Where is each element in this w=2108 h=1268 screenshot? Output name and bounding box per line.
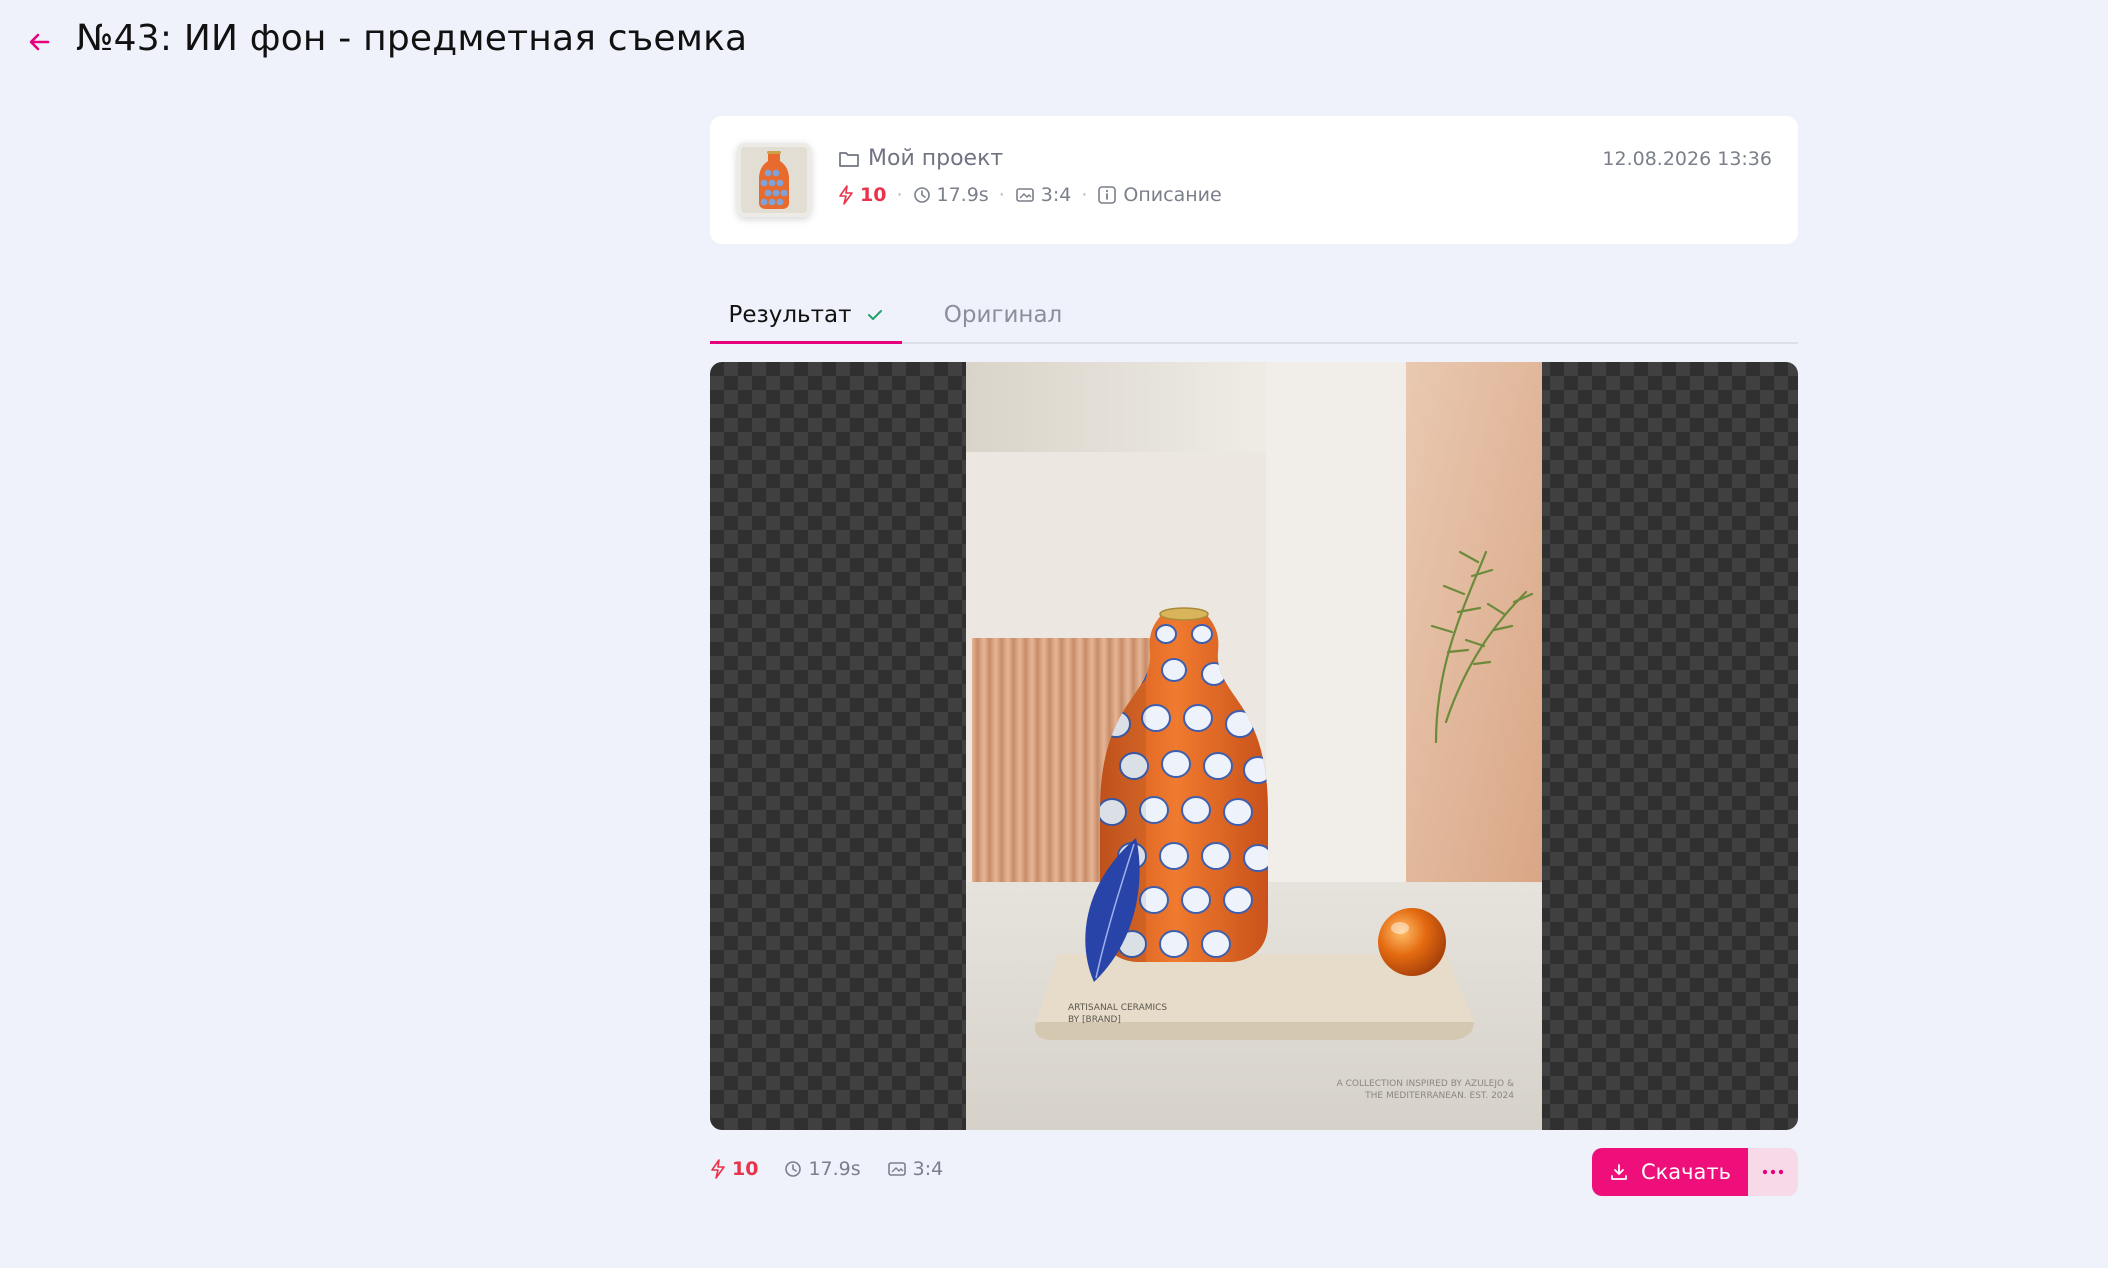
download-icon bbox=[1611, 1164, 1627, 1180]
project-link[interactable]: Мой проект bbox=[838, 146, 1003, 171]
footer-ratio: 3:4 bbox=[887, 1158, 944, 1180]
footer-duration: 17.9s bbox=[784, 1158, 861, 1180]
page-header: №43: ИИ фон - предметная съемка bbox=[0, 0, 2108, 90]
meta-separator: · bbox=[896, 184, 903, 206]
back-button[interactable] bbox=[22, 24, 58, 60]
download-label: Скачать bbox=[1640, 1160, 1732, 1184]
info-icon bbox=[1098, 186, 1117, 204]
result-photo: ARTISANAL CERAMICS BY [BRAND] A COLLECTI… bbox=[966, 362, 1542, 1130]
caption-line2: THE MEDITERRANEAN. EST. 2024 bbox=[1364, 1091, 1514, 1101]
footer-meta: 10 17.9s 3:4 bbox=[710, 1158, 943, 1180]
credits-value: 10 bbox=[860, 184, 887, 206]
check-icon bbox=[867, 310, 882, 320]
more-dots-icon bbox=[1762, 1169, 1784, 1175]
description-label: Описание bbox=[1123, 184, 1222, 206]
generation-info-card: Мой проект 10 · 17.9s · 3:4 · Описание 1… bbox=[710, 116, 1798, 244]
arrow-left-icon bbox=[29, 33, 50, 51]
tab-result[interactable]: Результат bbox=[710, 288, 902, 344]
view-tabs: Результат Оригинал bbox=[710, 288, 1798, 344]
page-title: №43: ИИ фон - предметная съемка bbox=[76, 18, 748, 59]
download-button[interactable]: Скачать bbox=[1592, 1148, 1748, 1196]
source-thumbnail[interactable] bbox=[737, 143, 811, 217]
vase-thumbnail-image bbox=[737, 143, 811, 217]
clock-icon bbox=[913, 187, 930, 203]
folder-icon bbox=[839, 151, 859, 167]
generation-meta: 10 · 17.9s · 3:4 · Описание bbox=[838, 184, 1222, 206]
meta-separator: · bbox=[998, 184, 1005, 206]
slab-label-line2: BY [BRAND] bbox=[1068, 1015, 1121, 1025]
lightning-icon bbox=[839, 185, 853, 205]
meta-separator: · bbox=[1081, 184, 1088, 206]
slab-label-line1: ARTISANAL CERAMICS bbox=[1068, 1003, 1167, 1013]
more-options-button[interactable] bbox=[1748, 1148, 1798, 1196]
image-ratio-icon bbox=[1015, 188, 1034, 202]
result-image-viewer[interactable]: ARTISANAL CERAMICS BY [BRAND] A COLLECTI… bbox=[710, 362, 1798, 1130]
project-name: Мой проект bbox=[868, 146, 1004, 171]
caption-line1: A COLLECTION INSPIRED BY AZULEJO & bbox=[1337, 1079, 1514, 1089]
footer-ratio-value: 3:4 bbox=[912, 1158, 944, 1180]
duration-meta: 17.9s bbox=[913, 184, 989, 206]
clock-icon bbox=[785, 1161, 802, 1177]
created-date: 12.08.2026 13:36 bbox=[1602, 148, 1772, 170]
description-button[interactable]: Описание bbox=[1097, 184, 1222, 206]
tab-original-label: Оригинал bbox=[943, 302, 1063, 328]
footer-credits: 10 bbox=[710, 1158, 758, 1180]
image-ratio-icon bbox=[887, 1162, 906, 1176]
footer-credits-value: 10 bbox=[732, 1158, 759, 1180]
duration-value: 17.9s bbox=[936, 184, 989, 206]
footer-duration-value: 17.9s bbox=[808, 1158, 861, 1180]
tab-result-label: Результат bbox=[728, 302, 852, 328]
ratio-value: 3:4 bbox=[1040, 184, 1072, 206]
tab-original[interactable]: Оригинал bbox=[928, 288, 1078, 342]
lightning-icon bbox=[711, 1159, 725, 1179]
credits-meta: 10 bbox=[838, 184, 886, 206]
ratio-meta: 3:4 bbox=[1015, 184, 1072, 206]
